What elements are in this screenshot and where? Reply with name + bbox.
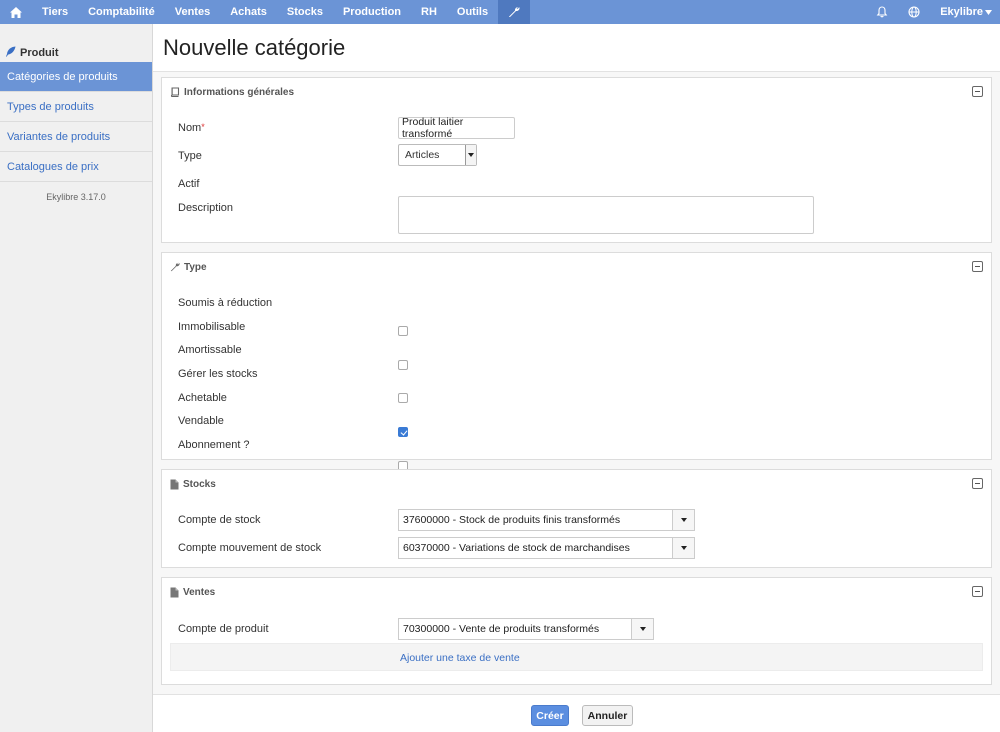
product-account-select[interactable]: 70300000 - Vente de produits transformés	[398, 618, 654, 640]
movement-account-select[interactable]: 60370000 - Variations de stock de marcha…	[398, 537, 695, 559]
page-title: Nouvelle catégorie	[163, 34, 346, 60]
collapse-icon[interactable]	[972, 86, 983, 97]
manage-stock-checkbox[interactable]	[398, 427, 408, 437]
sidebar-item-product-variants[interactable]: Variantes de produits	[0, 122, 152, 152]
user-menu[interactable]: Ekylibre	[930, 0, 1000, 24]
general-info-panel: Informations générales Nom* Produit lait…	[161, 77, 992, 243]
type-header: Type	[162, 253, 991, 281]
book-icon	[170, 87, 180, 97]
type-select[interactable]: Articles	[398, 144, 477, 166]
home-icon	[10, 6, 22, 18]
page-header: Nouvelle catégorie	[153, 24, 1000, 72]
sidebar-item-price-catalogs[interactable]: Catalogues de prix	[0, 152, 152, 182]
nav-tiers[interactable]: Tiers	[32, 0, 78, 24]
create-button[interactable]: Créer	[531, 705, 569, 726]
feather-icon	[5, 46, 16, 60]
stock-account-label: Compte de stock	[178, 514, 261, 526]
nav-outils[interactable]: Outils	[447, 0, 498, 24]
option-label: Achetable	[178, 392, 227, 404]
nav-ventes[interactable]: Ventes	[165, 0, 220, 24]
globe-icon	[908, 6, 920, 18]
description-label: Description	[178, 202, 234, 214]
cancel-button[interactable]: Annuler	[582, 705, 633, 726]
add-sales-tax-link[interactable]: Ajouter une taxe de vente	[400, 652, 520, 664]
option-label: Gérer les stocks	[178, 368, 258, 380]
form-actions: Créer Annuler	[153, 694, 1000, 732]
description-textarea[interactable]	[398, 196, 814, 234]
amortizable-checkbox[interactable]	[398, 393, 408, 403]
nav-production[interactable]: Production	[333, 0, 411, 24]
nav-settings[interactable]	[498, 0, 531, 24]
chevron-down-icon[interactable]	[672, 538, 694, 558]
nav-achats[interactable]: Achats	[220, 0, 277, 24]
file-icon	[170, 479, 179, 490]
sidebar-title: Produit	[0, 24, 152, 62]
version-label: Ekylibre 3.17.0	[46, 192, 106, 202]
bell-icon	[876, 6, 888, 18]
stocks-panel: Stocks Compte de stock 37600000 - Stock …	[161, 469, 992, 568]
sidebar-item-product-categories[interactable]: Catégories de produits	[0, 62, 152, 92]
nav-rh[interactable]: RH	[411, 0, 447, 24]
nav-stocks[interactable]: Stocks	[277, 0, 333, 24]
user-name: Ekylibre	[940, 6, 983, 18]
name-input[interactable]: Produit laitier transformé	[398, 116, 515, 140]
wrench-icon	[170, 262, 180, 272]
sidebar-item-product-types[interactable]: Types de produits	[0, 92, 152, 122]
file-icon	[170, 587, 179, 598]
stock-account-select[interactable]: 37600000 - Stock de produits finis trans…	[398, 509, 695, 531]
option-label: Vendable	[178, 415, 224, 427]
depreciable-checkbox[interactable]	[398, 360, 408, 370]
reduction-checkbox[interactable]	[398, 326, 408, 336]
notifications-button[interactable]	[866, 0, 898, 24]
nav-comptabilite[interactable]: Comptabilité	[78, 0, 165, 24]
sidebar: Produit Catégories de produits Types de …	[0, 24, 153, 732]
product-account-label: Compte de produit	[178, 623, 269, 635]
collapse-icon[interactable]	[972, 586, 983, 597]
collapse-icon[interactable]	[972, 261, 983, 272]
name-label: Nom*	[178, 122, 205, 134]
top-navbar: Tiers Comptabilité Ventes Achats Stocks …	[0, 0, 1000, 24]
wrench-icon	[508, 6, 520, 18]
movement-account-label: Compte mouvement de stock	[178, 542, 322, 554]
chevron-down-icon	[985, 9, 992, 15]
home-button[interactable]	[0, 0, 32, 24]
option-label: Amortissable	[178, 344, 242, 356]
chevron-down-icon	[465, 145, 476, 165]
general-info-header: Informations générales	[162, 78, 991, 106]
type-panel: Type Soumis à réduction Immobilisable Am…	[161, 252, 992, 538]
add-tax-row: Ajouter une taxe de vente	[170, 643, 983, 671]
chevron-down-icon[interactable]	[672, 510, 694, 530]
main-content: Nouvelle catégorie Informations générale…	[153, 24, 1000, 732]
option-label: Immobilisable	[178, 321, 246, 333]
language-button[interactable]	[898, 0, 930, 24]
collapse-icon[interactable]	[972, 478, 983, 489]
option-label: Abonnement ?	[178, 439, 250, 451]
chevron-down-icon[interactable]	[631, 619, 653, 639]
stocks-header: Stocks	[162, 470, 991, 498]
type-label: Type	[178, 150, 202, 162]
sales-panel: Ventes Compte de produit 70300000 - Vent…	[161, 577, 992, 685]
option-label: Soumis à réduction	[178, 297, 273, 309]
sales-header: Ventes	[162, 578, 991, 606]
active-label: Actif	[178, 178, 200, 190]
